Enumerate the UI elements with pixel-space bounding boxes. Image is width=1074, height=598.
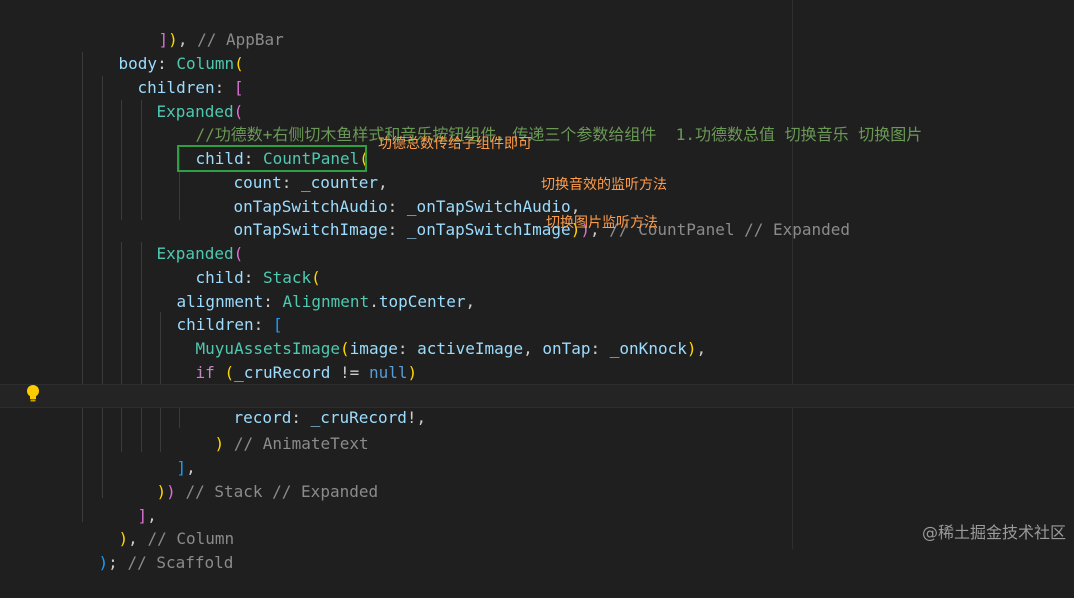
code-line: if (_cruRecord != null) xyxy=(195,362,418,382)
audio-annotation: 切换音效的监听方法 xyxy=(541,177,667,193)
watermark: @稀土掘金技术社区 xyxy=(921,523,1066,542)
code-comment-line: //功德数+右侧切木鱼样式和音乐按钮组件，传递三个参数给组件 1.功德数总值 切… xyxy=(195,124,923,144)
count-annotation: 功德总数传给子组件即可 xyxy=(378,136,532,152)
code-line: children: [ xyxy=(176,314,283,334)
code-editor[interactable]: ]), // AppBar body: Column( children: [ … xyxy=(0,0,1074,572)
indent-guide xyxy=(82,52,83,522)
code-line: MuyuAssetsImage(image: activeImage, onTa… xyxy=(195,338,707,358)
image-annotation: 切换图片监听方法 xyxy=(546,215,658,231)
code-line: ], xyxy=(137,505,157,525)
code-line: )) // Stack // Expanded xyxy=(156,481,379,501)
current-line: record: _cruRecord!, xyxy=(0,384,1074,427)
code-line: ) // AnimateText xyxy=(214,433,369,453)
indent-guide xyxy=(102,76,103,498)
lightbulb-icon[interactable] xyxy=(24,383,42,403)
code-line: alignment: Alignment.topCenter, xyxy=(176,291,476,311)
code-line: AnimateText( xyxy=(176,361,1074,406)
code-line: children: [ xyxy=(137,77,244,97)
code-line: Expanded( xyxy=(156,101,244,121)
count-highlight-box xyxy=(177,145,367,172)
code-line: ], xyxy=(176,457,196,477)
code-line: child: Stack( xyxy=(195,267,321,287)
code-line: body: Column( xyxy=(118,53,244,73)
code-line: child: CountPanel( xyxy=(195,148,369,168)
code-line: ]), // AppBar xyxy=(158,29,284,49)
